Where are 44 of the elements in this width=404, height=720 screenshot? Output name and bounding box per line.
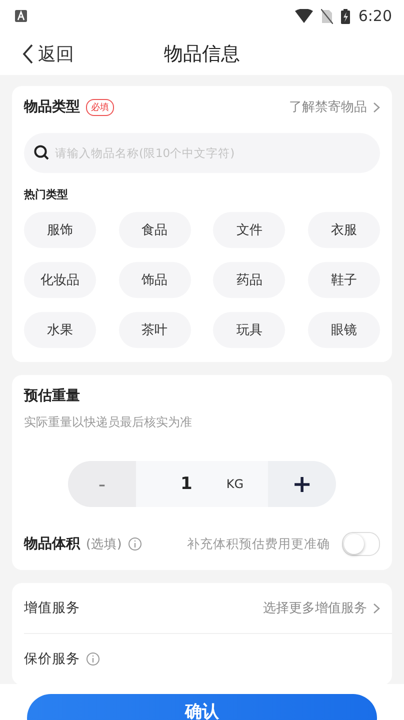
search-icon (34, 145, 49, 160)
weight-unit: KG (226, 477, 244, 491)
increase-button[interactable]: + (268, 461, 336, 507)
category-chip[interactable]: 化妆品 (24, 262, 96, 298)
weight-value: 1 (180, 474, 192, 494)
category-chip[interactable]: 水果 (24, 312, 96, 348)
hot-types-label: 热门类型 (24, 187, 69, 202)
volume-hint: 补充体积预估费用更准确 (187, 536, 330, 552)
notification-icon (15, 10, 27, 22)
weight-field[interactable]: 1 KG (136, 461, 268, 507)
volume-toggle[interactable] (342, 532, 380, 556)
optional-label: (选填) (86, 536, 122, 552)
required-badge: 必填 (86, 98, 114, 116)
weight-hint: 实际重量以快递员最后核实为准 (24, 414, 193, 431)
service-label: 增值服务 (24, 599, 80, 617)
info-icon (86, 652, 100, 666)
confirm-button[interactable]: 确认 (27, 694, 377, 720)
category-chip[interactable]: 眼镜 (308, 312, 380, 348)
page-title: 物品信息 (164, 42, 240, 66)
category-chip[interactable]: 玩具 (213, 312, 286, 348)
back-button[interactable]: 返回 (0, 42, 74, 66)
category-chip[interactable]: 衣服 (308, 212, 380, 248)
category-chip[interactable]: 服饰 (24, 212, 96, 248)
chevron-right-icon (373, 602, 380, 614)
service-link[interactable]: 选择更多增值服务 (263, 599, 380, 617)
back-icon (22, 44, 33, 64)
category-chip[interactable]: 药品 (213, 262, 286, 298)
decrease-button[interactable]: - (68, 461, 136, 507)
category-chip[interactable]: 饰品 (118, 262, 191, 298)
section-title: 物品类型 (24, 98, 80, 116)
section-title: 物品体积 (24, 535, 80, 553)
info-icon (128, 537, 142, 551)
chevron-right-icon (373, 102, 380, 112)
category-chip[interactable]: 文件 (213, 212, 286, 248)
category-chip[interactable]: 茶叶 (118, 312, 191, 348)
section-title: 预估重量 (24, 387, 81, 405)
category-chip[interactable]: 食品 (118, 212, 191, 248)
service-label: 保价服务 (24, 650, 80, 668)
wifi-icon (295, 9, 314, 23)
category-chip[interactable]: 鞋子 (308, 262, 380, 298)
battery-icon (341, 8, 350, 24)
prohibited-items-link[interactable]: 了解禁寄物品 (289, 98, 380, 116)
clock-time: 6:20 (358, 7, 392, 25)
no-sim-icon (321, 8, 334, 24)
